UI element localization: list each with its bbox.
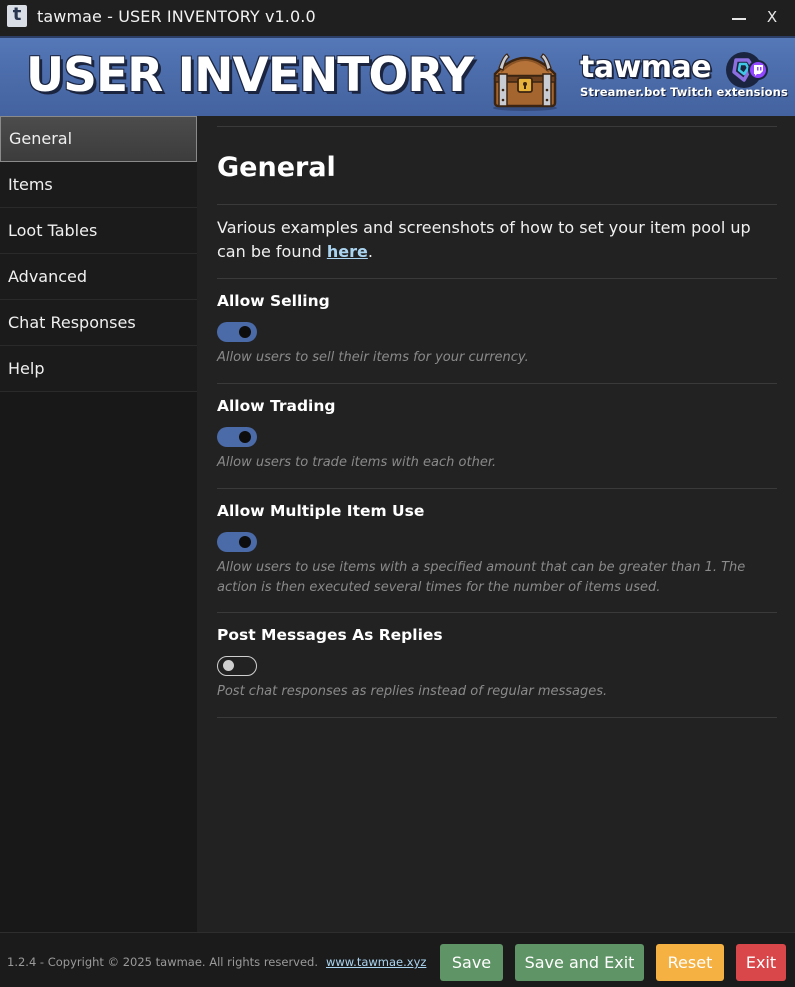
title-bar: t tawmae - USER INVENTORY v1.0.0 X <box>0 0 795 36</box>
header-banner: USER INVENTORY tawmae Streamer.bot Twitc… <box>0 36 795 116</box>
setting-allow-selling: Allow Selling Allow users to sell their … <box>217 290 777 368</box>
divider <box>217 717 777 718</box>
banner-title: USER INVENTORY <box>26 48 474 103</box>
intro-text: Various examples and screenshots of how … <box>217 216 777 264</box>
minimize-button[interactable] <box>725 4 753 30</box>
intro-text-body: Various examples and screenshots of how … <box>217 218 751 261</box>
post-messages-as-replies-toggle[interactable] <box>217 656 257 676</box>
allow-selling-toggle[interactable] <box>217 322 257 342</box>
divider <box>217 488 777 489</box>
app-icon-letter: t <box>12 4 22 25</box>
allow-trading-toggle[interactable] <box>217 427 257 447</box>
setting-label: Allow Selling <box>217 292 330 310</box>
divider <box>217 383 777 384</box>
setting-description: Allow users to trade items with each oth… <box>217 455 497 470</box>
sidebar-item-loot-tables[interactable]: Loot Tables <box>0 208 197 254</box>
minimize-icon <box>732 18 746 20</box>
save-button[interactable]: Save <box>440 944 503 981</box>
copyright-text: 1.2.4 - Copyright © 2025 tawmae. All rig… <box>7 955 319 969</box>
setting-description: Allow users to sell their items for your… <box>217 350 529 365</box>
page-title: General <box>217 152 336 183</box>
setting-label: Allow Multiple Item Use <box>217 502 425 520</box>
settings-panel: General Various examples and screenshots… <box>197 116 795 932</box>
setting-description: Post chat responses as replies instead o… <box>217 684 608 699</box>
sidebar-item-help[interactable]: Help <box>0 346 197 392</box>
intro-text-end: . <box>367 242 373 261</box>
setting-label: Post Messages As Replies <box>217 626 443 644</box>
sidebar-item-items[interactable]: Items <box>0 162 197 208</box>
save-and-exit-button[interactable]: Save and Exit <box>515 944 644 981</box>
exit-button[interactable]: Exit <box>736 944 786 981</box>
sidebar-item-general[interactable]: General <box>0 116 197 162</box>
sidebar-item-chat-responses[interactable]: Chat Responses <box>0 300 197 346</box>
reset-button[interactable]: Reset <box>656 944 724 981</box>
divider <box>217 278 777 279</box>
brand-name: tawmae <box>580 50 712 85</box>
streamerbot-twitch-logo-icon <box>726 52 768 88</box>
website-link[interactable]: www.tawmae.xyz <box>326 955 426 969</box>
close-button[interactable]: X <box>758 4 786 30</box>
setting-post-messages-as-replies: Post Messages As Replies Post chat respo… <box>217 624 777 702</box>
setting-allow-multiple-item-use: Allow Multiple Item Use Allow users to u… <box>217 500 777 598</box>
divider <box>217 126 777 127</box>
setting-label: Allow Trading <box>217 397 336 415</box>
footer-bar: 1.2.4 - Copyright © 2025 tawmae. All rig… <box>0 932 795 987</box>
divider <box>217 612 777 613</box>
treasure-chest-icon <box>493 53 557 111</box>
setting-allow-trading: Allow Trading Allow users to trade items… <box>217 395 777 473</box>
app-window: t tawmae - USER INVENTORY v1.0.0 X USER … <box>0 0 795 987</box>
toggle-knob <box>239 326 251 338</box>
sidebar-nav: General Items Loot Tables Advanced Chat … <box>0 116 197 932</box>
toggle-knob <box>223 660 234 671</box>
app-icon: t <box>7 5 27 27</box>
toggle-knob <box>239 536 251 548</box>
sidebar-item-advanced[interactable]: Advanced <box>0 254 197 300</box>
setting-description: Allow users to use items with a specifie… <box>217 560 746 595</box>
examples-link[interactable]: here <box>327 242 368 261</box>
toggle-knob <box>239 431 251 443</box>
window-title: tawmae - USER INVENTORY v1.0.0 <box>37 7 316 26</box>
allow-multiple-item-use-toggle[interactable] <box>217 532 257 552</box>
divider <box>217 204 777 205</box>
